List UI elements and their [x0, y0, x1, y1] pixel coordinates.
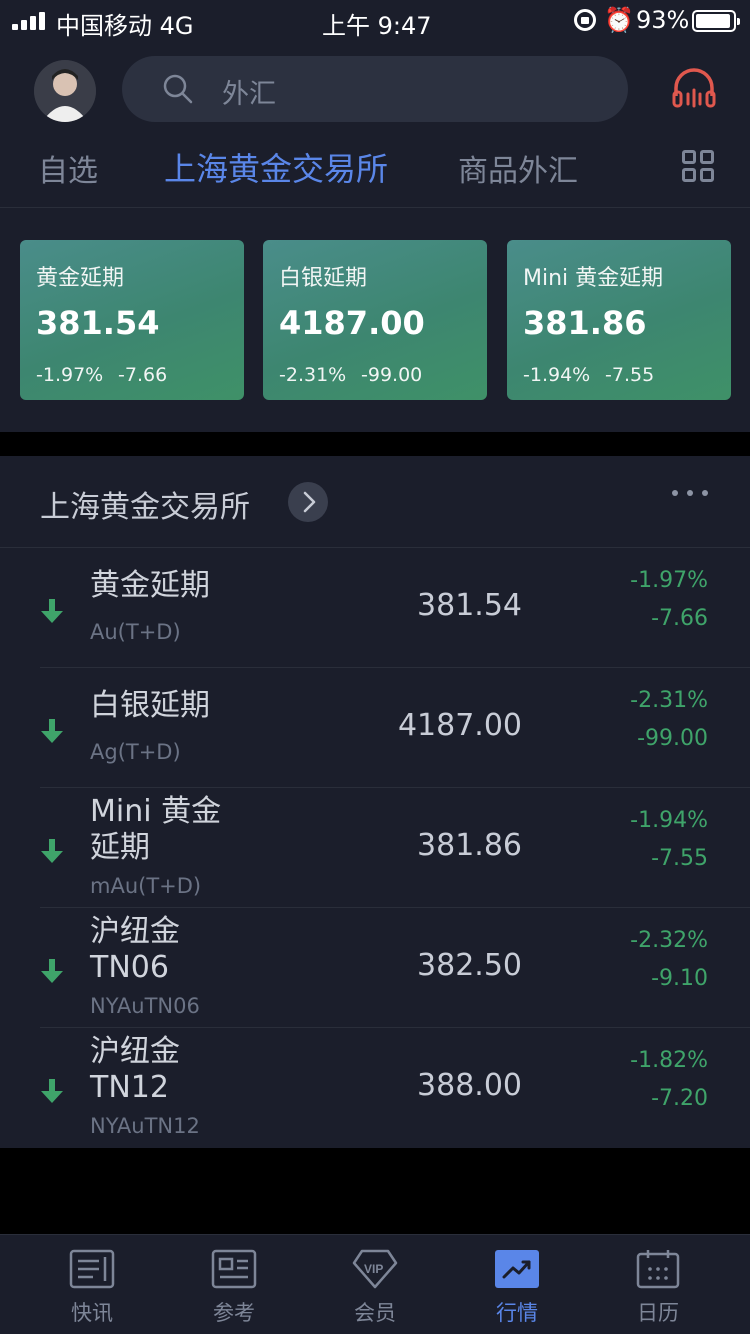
- quote-change: -7.66: [651, 606, 708, 631]
- quote-price: 4187.00: [397, 708, 522, 743]
- tab-sge[interactable]: 上海黄金交易所: [164, 144, 388, 190]
- tabbar-item-news[interactable]: 快讯: [17, 1235, 167, 1334]
- tab-watchlist[interactable]: 自选: [38, 146, 98, 190]
- tabbar-label: 行情: [496, 1301, 538, 1325]
- tabbar-label: 快讯: [71, 1301, 113, 1325]
- card-change-percent: -1.97%: [36, 364, 104, 386]
- quote-change-percent: -1.97%: [630, 568, 708, 593]
- quote-code: NYAuTN06: [90, 994, 200, 1018]
- search-bar[interactable]: 外汇: [122, 56, 628, 122]
- signal-icon: [12, 12, 46, 30]
- carrier-label: 中国移动 4G: [56, 12, 194, 40]
- quote-change-percent: -1.82%: [630, 1048, 708, 1073]
- arrow-down-icon: [41, 1079, 63, 1103]
- quote-name: Mini 黄金延期: [90, 794, 222, 865]
- quote-code: NYAuTN12: [90, 1114, 200, 1138]
- quote-name: 沪纽金 TN06: [90, 914, 180, 985]
- quote-change-percent: -2.31%: [630, 688, 708, 713]
- search-input[interactable]: 外汇: [222, 72, 276, 111]
- status-bar: 中国移动 4G 上午 9:47 ⏰ 93%: [0, 0, 750, 40]
- card-change: -7.66: [118, 364, 168, 386]
- quote-price: 388.00: [417, 1068, 522, 1103]
- headset-icon[interactable]: [670, 64, 718, 110]
- arrow-down-icon: [41, 839, 63, 863]
- battery-icon: [692, 10, 740, 32]
- quote-row[interactable]: Mini 黄金延期 mAu(T+D) 381.86 -1.94% -7.55: [0, 788, 750, 908]
- quote-change: -99.00: [637, 726, 708, 751]
- arrow-down-icon: [41, 599, 63, 623]
- news-icon: [69, 1249, 115, 1289]
- tabbar-label: 会员: [354, 1301, 396, 1325]
- quote-change-percent: -1.94%: [630, 808, 708, 833]
- more-icon[interactable]: [672, 490, 708, 498]
- sge-section: 上海黄金交易所 黄金延期 Au(T+D) 381.54 -1.97% -7.66 白银延期…: [0, 456, 750, 1148]
- chevron-right-icon[interactable]: [288, 482, 328, 522]
- calendar-icon: [636, 1250, 680, 1289]
- quote-change-percent: -2.32%: [630, 928, 708, 953]
- clock: 上午 9:47: [322, 12, 432, 40]
- arrow-down-icon: [41, 959, 63, 983]
- quote-change: -7.55: [651, 846, 708, 871]
- card-name: 白银延期: [279, 266, 368, 291]
- svg-text:VIP: VIP: [364, 1262, 383, 1276]
- quote-name: 沪纽金 TN12: [90, 1034, 180, 1105]
- summary-card[interactable]: 白银延期 4187.00 -2.31% -99.00: [263, 240, 487, 400]
- quote-code: mAu(T+D): [90, 874, 202, 898]
- market-tabs: 自选 上海黄金交易所 商品外汇: [0, 138, 750, 208]
- summary-cards: 黄金延期 381.54 -1.97% -7.66 白银延期 4187.00 -2…: [0, 208, 750, 432]
- tabbar-item-market[interactable]: 行情: [442, 1235, 592, 1334]
- quote-change: -9.10: [651, 966, 708, 991]
- card-change: -7.55: [605, 364, 655, 386]
- header: 外汇 自选 上海黄金交易所 商品外汇: [0, 40, 750, 208]
- quote-row[interactable]: 沪纽金 TN06 NYAuTN06 382.50 -2.32% -9.10: [0, 908, 750, 1028]
- avatar[interactable]: [34, 60, 96, 122]
- orientation-lock-icon: [574, 9, 596, 31]
- quote-price: 381.86: [417, 828, 522, 863]
- grid-icon[interactable]: [682, 150, 716, 184]
- card-price: 381.86: [523, 304, 647, 342]
- quote-price: 382.50: [417, 948, 522, 983]
- card-change-percent: -1.94%: [523, 364, 591, 386]
- quote-code: Au(T+D): [90, 620, 181, 644]
- bottom-tab-bar: 快讯 参考 VIP 会员 行情 日历: [0, 1234, 750, 1334]
- quote-name: 黄金延期: [90, 568, 210, 603]
- alarm-icon: ⏰: [604, 6, 634, 34]
- summary-card[interactable]: Mini 黄金延期 381.86 -1.94% -7.55: [507, 240, 731, 400]
- search-icon: [163, 74, 193, 104]
- tabbar-label: 日历: [637, 1301, 679, 1325]
- battery-percent: 93%: [636, 6, 690, 34]
- tabbar-item-reference[interactable]: 参考: [159, 1235, 309, 1334]
- summary-card[interactable]: 黄金延期 381.54 -1.97% -7.66: [20, 240, 244, 400]
- quote-row[interactable]: 黄金延期 Au(T+D) 381.54 -1.97% -7.66: [0, 548, 750, 668]
- market-icon: [495, 1250, 539, 1288]
- tabbar-item-calendar[interactable]: 日历: [583, 1235, 733, 1334]
- card-change: -99.00: [361, 364, 423, 386]
- tab-commodity-forex[interactable]: 商品外汇: [458, 146, 578, 190]
- tabbar-label: 参考: [213, 1301, 255, 1325]
- quote-name: 白银延期: [90, 688, 210, 723]
- section-title[interactable]: 上海黄金交易所: [40, 482, 250, 526]
- reference-icon: [211, 1249, 257, 1289]
- quote-price: 381.54: [417, 588, 522, 623]
- quote-change: -7.20: [651, 1086, 708, 1111]
- vip-icon: VIP: [352, 1249, 398, 1289]
- quote-code: Ag(T+D): [90, 740, 181, 764]
- tabbar-item-vip[interactable]: VIP 会员: [300, 1235, 450, 1334]
- card-name: Mini 黄金延期: [523, 266, 664, 291]
- quote-row[interactable]: 白银延期 Ag(T+D) 4187.00 -2.31% -99.00: [0, 668, 750, 788]
- card-name: 黄金延期: [36, 266, 125, 291]
- quote-row[interactable]: 沪纽金 TN12 NYAuTN12 388.00 -1.82% -7.20: [0, 1028, 750, 1148]
- arrow-down-icon: [41, 719, 63, 743]
- card-change-percent: -2.31%: [279, 364, 347, 386]
- card-price: 381.54: [36, 304, 160, 342]
- card-price: 4187.00: [279, 304, 425, 342]
